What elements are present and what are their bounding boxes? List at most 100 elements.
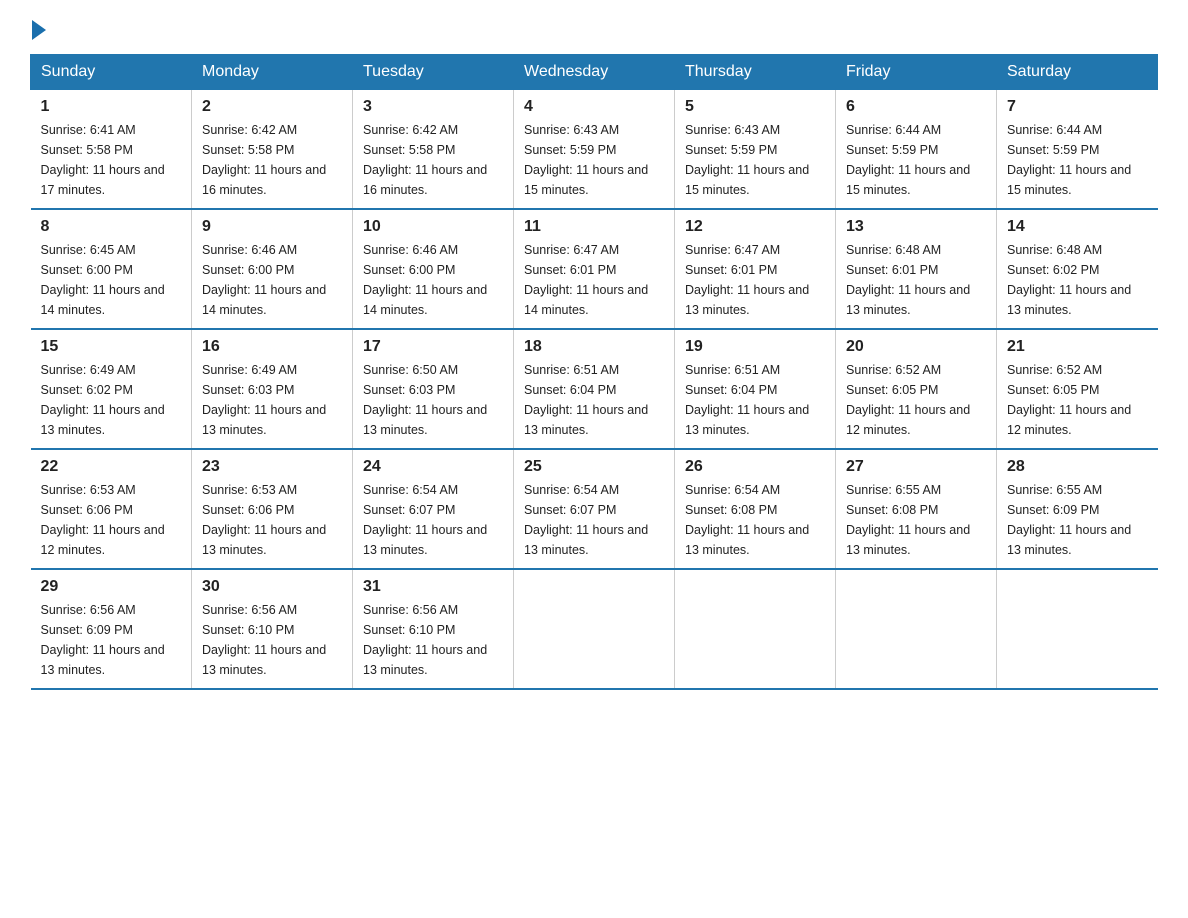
day-number: 10	[363, 218, 503, 236]
calendar-cell	[514, 569, 675, 689]
day-info: Sunrise: 6:53 AMSunset: 6:06 PMDaylight:…	[41, 483, 165, 557]
day-info: Sunrise: 6:41 AMSunset: 5:58 PMDaylight:…	[41, 123, 165, 197]
logo	[30, 20, 48, 34]
day-number: 26	[685, 458, 825, 476]
header-saturday: Saturday	[997, 55, 1158, 90]
calendar-cell: 23 Sunrise: 6:53 AMSunset: 6:06 PMDaylig…	[192, 449, 353, 569]
calendar-cell: 31 Sunrise: 6:56 AMSunset: 6:10 PMDaylig…	[353, 569, 514, 689]
day-number: 15	[41, 338, 182, 356]
calendar-week-row: 8 Sunrise: 6:45 AMSunset: 6:00 PMDayligh…	[31, 209, 1158, 329]
calendar-header-row: SundayMondayTuesdayWednesdayThursdayFrid…	[31, 55, 1158, 90]
day-number: 25	[524, 458, 664, 476]
day-number: 21	[1007, 338, 1148, 356]
day-info: Sunrise: 6:55 AMSunset: 6:09 PMDaylight:…	[1007, 483, 1131, 557]
day-number: 1	[41, 98, 182, 116]
page-header	[30, 20, 1158, 34]
day-info: Sunrise: 6:44 AMSunset: 5:59 PMDaylight:…	[1007, 123, 1131, 197]
day-info: Sunrise: 6:54 AMSunset: 6:07 PMDaylight:…	[363, 483, 487, 557]
calendar-week-row: 29 Sunrise: 6:56 AMSunset: 6:09 PMDaylig…	[31, 569, 1158, 689]
day-info: Sunrise: 6:43 AMSunset: 5:59 PMDaylight:…	[685, 123, 809, 197]
day-number: 14	[1007, 218, 1148, 236]
day-info: Sunrise: 6:48 AMSunset: 6:01 PMDaylight:…	[846, 243, 970, 317]
day-number: 19	[685, 338, 825, 356]
calendar-cell: 4 Sunrise: 6:43 AMSunset: 5:59 PMDayligh…	[514, 90, 675, 210]
day-info: Sunrise: 6:56 AMSunset: 6:10 PMDaylight:…	[363, 603, 487, 677]
day-info: Sunrise: 6:48 AMSunset: 6:02 PMDaylight:…	[1007, 243, 1131, 317]
day-number: 27	[846, 458, 986, 476]
day-info: Sunrise: 6:42 AMSunset: 5:58 PMDaylight:…	[202, 123, 326, 197]
calendar-cell: 14 Sunrise: 6:48 AMSunset: 6:02 PMDaylig…	[997, 209, 1158, 329]
calendar-cell: 3 Sunrise: 6:42 AMSunset: 5:58 PMDayligh…	[353, 90, 514, 210]
calendar-cell: 7 Sunrise: 6:44 AMSunset: 5:59 PMDayligh…	[997, 90, 1158, 210]
day-info: Sunrise: 6:51 AMSunset: 6:04 PMDaylight:…	[685, 363, 809, 437]
header-wednesday: Wednesday	[514, 55, 675, 90]
calendar-cell	[675, 569, 836, 689]
day-number: 17	[363, 338, 503, 356]
day-number: 3	[363, 98, 503, 116]
header-sunday: Sunday	[31, 55, 192, 90]
calendar-table: SundayMondayTuesdayWednesdayThursdayFrid…	[30, 54, 1158, 690]
calendar-week-row: 15 Sunrise: 6:49 AMSunset: 6:02 PMDaylig…	[31, 329, 1158, 449]
header-monday: Monday	[192, 55, 353, 90]
calendar-cell: 22 Sunrise: 6:53 AMSunset: 6:06 PMDaylig…	[31, 449, 192, 569]
day-number: 22	[41, 458, 182, 476]
header-tuesday: Tuesday	[353, 55, 514, 90]
day-number: 13	[846, 218, 986, 236]
calendar-cell: 8 Sunrise: 6:45 AMSunset: 6:00 PMDayligh…	[31, 209, 192, 329]
day-info: Sunrise: 6:54 AMSunset: 6:07 PMDaylight:…	[524, 483, 648, 557]
calendar-cell: 15 Sunrise: 6:49 AMSunset: 6:02 PMDaylig…	[31, 329, 192, 449]
calendar-cell: 12 Sunrise: 6:47 AMSunset: 6:01 PMDaylig…	[675, 209, 836, 329]
calendar-cell: 30 Sunrise: 6:56 AMSunset: 6:10 PMDaylig…	[192, 569, 353, 689]
calendar-cell	[997, 569, 1158, 689]
calendar-cell: 9 Sunrise: 6:46 AMSunset: 6:00 PMDayligh…	[192, 209, 353, 329]
calendar-cell: 2 Sunrise: 6:42 AMSunset: 5:58 PMDayligh…	[192, 90, 353, 210]
day-info: Sunrise: 6:46 AMSunset: 6:00 PMDaylight:…	[202, 243, 326, 317]
day-info: Sunrise: 6:43 AMSunset: 5:59 PMDaylight:…	[524, 123, 648, 197]
day-number: 24	[363, 458, 503, 476]
calendar-cell: 18 Sunrise: 6:51 AMSunset: 6:04 PMDaylig…	[514, 329, 675, 449]
day-number: 16	[202, 338, 342, 356]
day-number: 30	[202, 578, 342, 596]
day-number: 11	[524, 218, 664, 236]
day-info: Sunrise: 6:42 AMSunset: 5:58 PMDaylight:…	[363, 123, 487, 197]
day-number: 20	[846, 338, 986, 356]
day-info: Sunrise: 6:47 AMSunset: 6:01 PMDaylight:…	[685, 243, 809, 317]
day-number: 12	[685, 218, 825, 236]
day-number: 8	[41, 218, 182, 236]
calendar-cell: 29 Sunrise: 6:56 AMSunset: 6:09 PMDaylig…	[31, 569, 192, 689]
calendar-cell: 25 Sunrise: 6:54 AMSunset: 6:07 PMDaylig…	[514, 449, 675, 569]
calendar-cell: 1 Sunrise: 6:41 AMSunset: 5:58 PMDayligh…	[31, 90, 192, 210]
day-number: 18	[524, 338, 664, 356]
day-info: Sunrise: 6:49 AMSunset: 6:03 PMDaylight:…	[202, 363, 326, 437]
day-info: Sunrise: 6:56 AMSunset: 6:09 PMDaylight:…	[41, 603, 165, 677]
day-info: Sunrise: 6:52 AMSunset: 6:05 PMDaylight:…	[1007, 363, 1131, 437]
day-info: Sunrise: 6:53 AMSunset: 6:06 PMDaylight:…	[202, 483, 326, 557]
day-number: 4	[524, 98, 664, 116]
calendar-cell: 10 Sunrise: 6:46 AMSunset: 6:00 PMDaylig…	[353, 209, 514, 329]
header-friday: Friday	[836, 55, 997, 90]
calendar-cell: 11 Sunrise: 6:47 AMSunset: 6:01 PMDaylig…	[514, 209, 675, 329]
calendar-cell: 13 Sunrise: 6:48 AMSunset: 6:01 PMDaylig…	[836, 209, 997, 329]
day-number: 2	[202, 98, 342, 116]
day-info: Sunrise: 6:46 AMSunset: 6:00 PMDaylight:…	[363, 243, 487, 317]
calendar-cell: 5 Sunrise: 6:43 AMSunset: 5:59 PMDayligh…	[675, 90, 836, 210]
calendar-cell: 28 Sunrise: 6:55 AMSunset: 6:09 PMDaylig…	[997, 449, 1158, 569]
day-number: 29	[41, 578, 182, 596]
calendar-week-row: 1 Sunrise: 6:41 AMSunset: 5:58 PMDayligh…	[31, 90, 1158, 210]
calendar-cell: 16 Sunrise: 6:49 AMSunset: 6:03 PMDaylig…	[192, 329, 353, 449]
day-info: Sunrise: 6:45 AMSunset: 6:00 PMDaylight:…	[41, 243, 165, 317]
day-info: Sunrise: 6:44 AMSunset: 5:59 PMDaylight:…	[846, 123, 970, 197]
day-number: 28	[1007, 458, 1148, 476]
day-info: Sunrise: 6:49 AMSunset: 6:02 PMDaylight:…	[41, 363, 165, 437]
day-info: Sunrise: 6:47 AMSunset: 6:01 PMDaylight:…	[524, 243, 648, 317]
day-info: Sunrise: 6:50 AMSunset: 6:03 PMDaylight:…	[363, 363, 487, 437]
calendar-cell: 26 Sunrise: 6:54 AMSunset: 6:08 PMDaylig…	[675, 449, 836, 569]
day-info: Sunrise: 6:52 AMSunset: 6:05 PMDaylight:…	[846, 363, 970, 437]
day-info: Sunrise: 6:54 AMSunset: 6:08 PMDaylight:…	[685, 483, 809, 557]
calendar-cell	[836, 569, 997, 689]
calendar-cell: 17 Sunrise: 6:50 AMSunset: 6:03 PMDaylig…	[353, 329, 514, 449]
header-thursday: Thursday	[675, 55, 836, 90]
day-number: 9	[202, 218, 342, 236]
day-number: 23	[202, 458, 342, 476]
day-number: 5	[685, 98, 825, 116]
